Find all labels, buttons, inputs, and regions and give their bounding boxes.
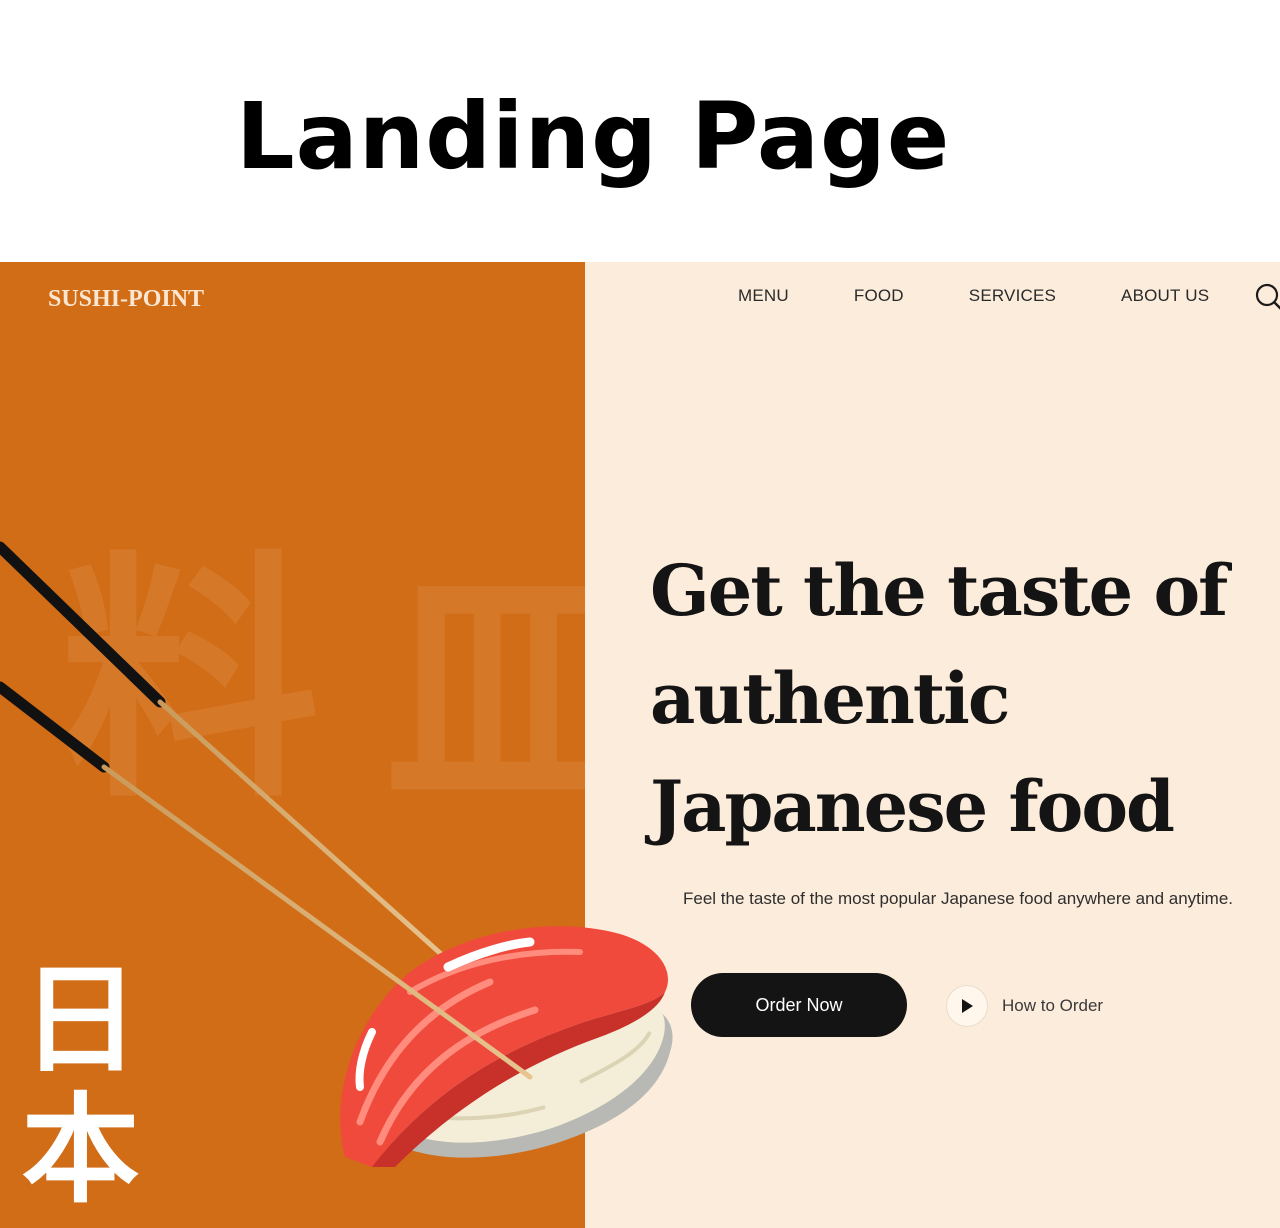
hero-subtitle: Feel the taste of the most popular Japan… [683, 889, 1234, 908]
hero-title-line: authentic [650, 657, 1010, 740]
hero-title-line: Japanese food [650, 765, 1175, 848]
site-logo[interactable]: SUSHI-POINT [48, 286, 204, 313]
search-icon[interactable] [1254, 282, 1280, 312]
nav-item-food[interactable]: FOOD [854, 286, 904, 306]
watermark-glyph: 皿 [385, 541, 585, 843]
caption-area: Landing Page [0, 0, 1280, 262]
play-icon[interactable] [946, 985, 988, 1027]
landing-page: 料 皿 SUSHI-POINT 日 本 MENU FOOD SERVICES A… [0, 262, 1280, 1228]
watermark-glyph: 料 [60, 531, 320, 833]
hero-left-panel: 料 皿 SUSHI-POINT 日 本 [0, 262, 585, 1228]
how-to-order-link[interactable]: How to Order [946, 984, 1103, 1028]
nav-item-about-us[interactable]: ABOUT US [1121, 286, 1209, 306]
vertical-kanji: 日 本 [18, 955, 143, 1215]
main-nav: MENU FOOD SERVICES ABOUT US [738, 286, 1209, 306]
kanji-char: 本 [21, 1081, 140, 1219]
hero-title-line: Get the taste of [650, 549, 1228, 632]
caption-title: Landing Page [236, 83, 951, 190]
order-now-button[interactable]: Order Now [691, 973, 907, 1037]
how-to-order-label[interactable]: How to Order [1002, 996, 1103, 1016]
kanji-char: 日 [21, 951, 140, 1089]
hero-title: Get the taste of authentic Japanese food [650, 537, 1270, 861]
nav-item-menu[interactable]: MENU [738, 286, 789, 306]
nav-item-services[interactable]: SERVICES [969, 286, 1056, 306]
